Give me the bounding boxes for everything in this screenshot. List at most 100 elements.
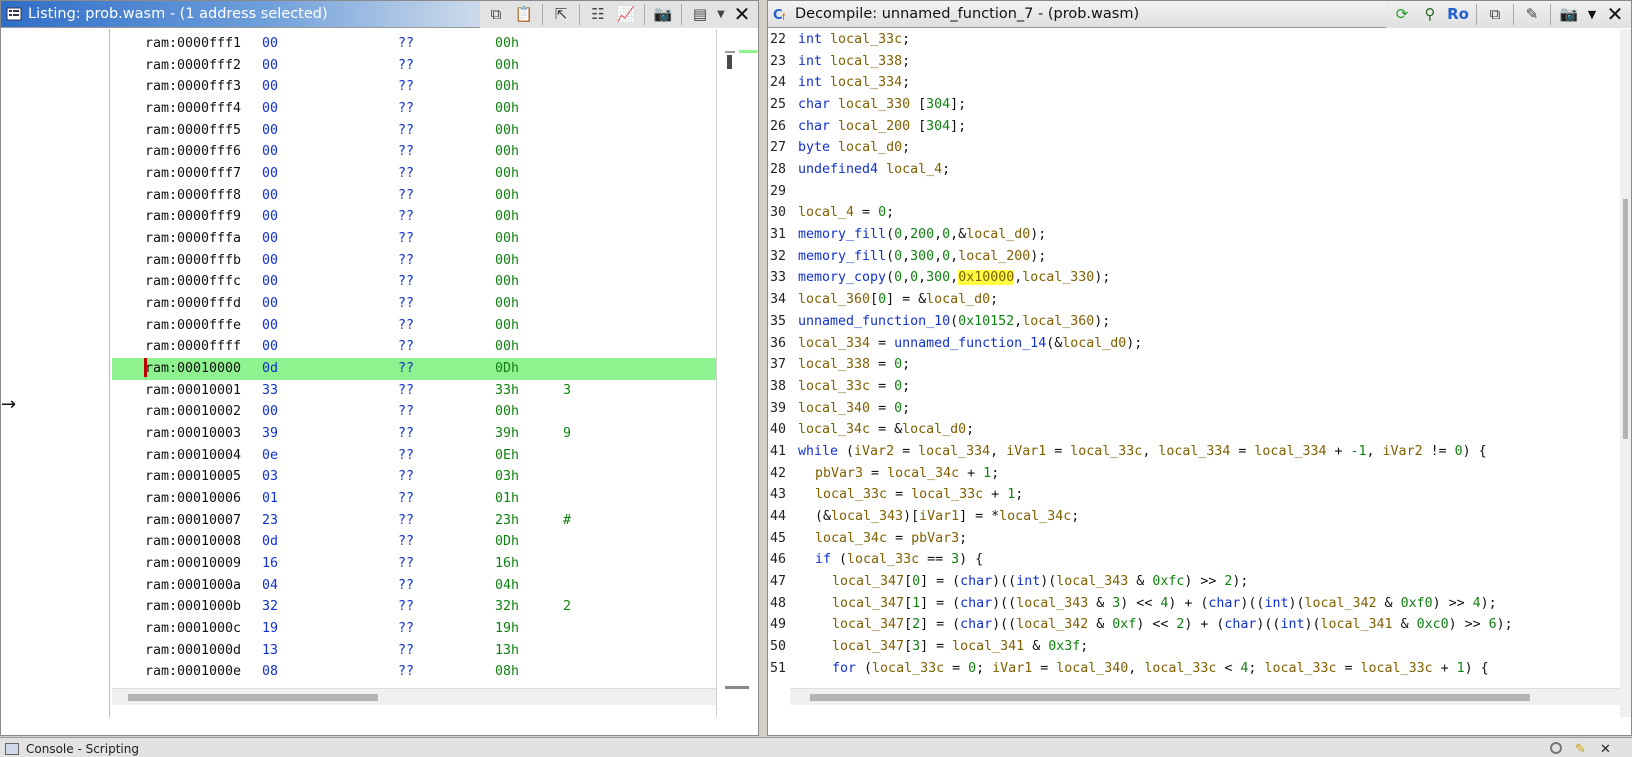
number-literal[interactable]: 0	[894, 379, 902, 394]
code-line[interactable]: char local_330 [304];	[790, 94, 1620, 116]
listing-row[interactable]: ram:0000ffff 00?? 00h	[112, 336, 716, 358]
chart-icon[interactable]: 📈	[613, 3, 639, 26]
table-icon[interactable]: ☷	[585, 3, 611, 26]
keyword[interactable]: int	[1264, 596, 1288, 611]
variable[interactable]: local_347	[832, 596, 904, 611]
variable[interactable]: local_33c	[1264, 661, 1336, 676]
variable[interactable]: local_34c	[798, 422, 870, 437]
variable[interactable]: local_33c	[872, 661, 944, 676]
number-literal[interactable]: 304	[926, 119, 950, 134]
code-line[interactable]: local_360[0] = &local_d0;	[790, 289, 1620, 311]
number-literal[interactable]: 0	[968, 661, 976, 676]
listing-row[interactable]: ram:0000fff8 00?? 00h	[112, 185, 716, 207]
function-name[interactable]: memory_copy	[798, 270, 886, 285]
function-name[interactable]: unnamed_function_14	[894, 336, 1046, 351]
number-literal[interactable]: 0xfc	[1152, 574, 1184, 589]
number-literal[interactable]: 4	[1473, 596, 1481, 611]
variable[interactable]: local_343	[1056, 574, 1128, 589]
camera-icon[interactable]: 📷	[1556, 3, 1582, 26]
code-line[interactable]: local_340 = 0;	[790, 398, 1620, 420]
listing-body[interactable]: ram:0000fff1 00?? 00h ram:0000fff2 00?? 00h ra…	[112, 29, 716, 717]
code-line[interactable]: memory_fill(0,300,0,local_200);	[790, 246, 1620, 268]
code-line[interactable]: local_34c = pbVar3;	[790, 528, 1620, 550]
number-literal[interactable]: 0x10152	[958, 314, 1014, 329]
listing-row[interactable]: ram:0000fff3 00?? 00h	[112, 76, 716, 98]
number-literal[interactable]: 1	[1007, 487, 1015, 502]
keyword[interactable]: while	[798, 444, 838, 459]
decompile-vertical-scrollbar[interactable]	[1620, 29, 1631, 717]
number-literal[interactable]: 0	[894, 357, 902, 372]
number-literal[interactable]: 0	[878, 292, 886, 307]
code-line[interactable]: local_334 = unnamed_function_14(&local_d…	[790, 333, 1620, 355]
ro-toggle[interactable]: Ro	[1445, 3, 1471, 26]
keyword[interactable]: char	[960, 617, 992, 632]
variable[interactable]: local_334	[918, 444, 990, 459]
number-literal[interactable]: 0	[894, 270, 902, 285]
listing-row[interactable]: ram:0001000c 19?? 19h	[112, 618, 716, 640]
code-line[interactable]: local_347[0] = (char)((int)(local_343 & …	[790, 571, 1620, 593]
variable[interactable]: iVar2	[1383, 444, 1423, 459]
keyword[interactable]: char	[798, 97, 830, 112]
variable[interactable]: local_340	[1056, 661, 1128, 676]
variable[interactable]: iVar1	[1006, 444, 1046, 459]
number-literal[interactable]: 0	[942, 249, 950, 264]
number-literal[interactable]: -1	[1351, 444, 1367, 459]
variable[interactable]: local_34c	[815, 531, 887, 546]
keyword[interactable]: int	[798, 32, 822, 47]
code-line[interactable]: char local_200 [304];	[790, 116, 1620, 138]
listing-row[interactable]: ram:00010001 33?? 33h 3	[112, 380, 716, 402]
code-line[interactable]: local_338 = 0;	[790, 354, 1620, 376]
function-name[interactable]: unnamed_function_10	[798, 314, 950, 329]
variable[interactable]: local_d0	[966, 227, 1030, 242]
close-icon[interactable]: ✕	[1602, 2, 1628, 26]
number-literal[interactable]: 0	[942, 227, 950, 242]
variable[interactable]: local_d0	[838, 140, 902, 155]
variable[interactable]: iVar2	[854, 444, 894, 459]
keyword[interactable]: char	[1208, 596, 1240, 611]
variable[interactable]: local_d0	[926, 292, 990, 307]
code-line[interactable]: memory_copy(0,0,300,0x10000,local_330);	[790, 267, 1620, 289]
number-literal[interactable]: 200	[910, 227, 934, 242]
keyword[interactable]: char	[960, 574, 992, 589]
listing-row[interactable]: ram:0000fffc 00?? 00h	[112, 271, 716, 293]
decompile-titlebar[interactable]: Cf Decompile: unnamed_function_7 - (prob…	[768, 0, 1631, 28]
keyword[interactable]: if	[815, 552, 831, 567]
number-literal[interactable]: 1	[1457, 661, 1465, 676]
listing-row[interactable]: ram:0001000e 08?? 08h	[112, 661, 716, 683]
number-literal[interactable]: 300	[926, 270, 950, 285]
variable[interactable]: local_33c	[830, 32, 902, 47]
code-line[interactable]: int local_334;	[790, 72, 1620, 94]
code-line[interactable]: local_33c = local_33c + 1;	[790, 484, 1620, 506]
listing-titlebar[interactable]: Listing: prob.wasm - (1 address selected…	[1, 0, 758, 28]
paste-icon[interactable]: 📋	[511, 3, 537, 26]
listing-row[interactable]: ram:00010005 03?? 03h	[112, 466, 716, 488]
code-line[interactable]: local_34c = &local_d0;	[790, 419, 1620, 441]
listing-row[interactable]: ram:0000fff9 00?? 00h	[112, 206, 716, 228]
listing-row[interactable]: ram:00010006 01?? 01h	[112, 488, 716, 510]
layout-icon[interactable]: ▤	[687, 3, 713, 26]
code-line[interactable]: memory_fill(0,200,0,&local_d0);	[790, 224, 1620, 246]
listing-overview-bar[interactable]	[716, 29, 758, 717]
listing-row[interactable]: ram:0000fff2 00?? 00h	[112, 55, 716, 77]
code-line[interactable]: local_347[3] = local_341 & 0x3f;	[790, 636, 1620, 658]
listing-row[interactable]: ram:00010008 0d?? 0Dh	[112, 531, 716, 553]
variable[interactable]: local_347	[832, 574, 904, 589]
copy-icon[interactable]: ⧉	[1482, 3, 1508, 26]
edit-icon[interactable]: ✎	[1519, 3, 1545, 26]
variable[interactable]: local_33c	[798, 379, 870, 394]
camera-icon[interactable]: 📷	[650, 3, 676, 26]
code-line[interactable]: local_347[1] = (char)((local_343 & 3) <<…	[790, 593, 1620, 615]
code-line[interactable]: int local_33c;	[790, 29, 1620, 51]
keyword[interactable]: int	[1016, 574, 1040, 589]
variable[interactable]: local_d0	[1062, 336, 1126, 351]
number-literal[interactable]: 0	[910, 270, 918, 285]
variable[interactable]: local_200	[838, 119, 910, 134]
keyword[interactable]: int	[1280, 617, 1304, 632]
listing-row[interactable]: ram:0000fffe 00?? 00h	[112, 315, 716, 337]
number-literal[interactable]: 0	[894, 227, 902, 242]
code-line[interactable]	[790, 181, 1620, 203]
variable[interactable]: local_342	[1016, 617, 1088, 632]
variable[interactable]: local_33c	[847, 552, 919, 567]
keyword[interactable]: undefined4	[798, 162, 878, 177]
keyword[interactable]: char	[1224, 617, 1256, 632]
